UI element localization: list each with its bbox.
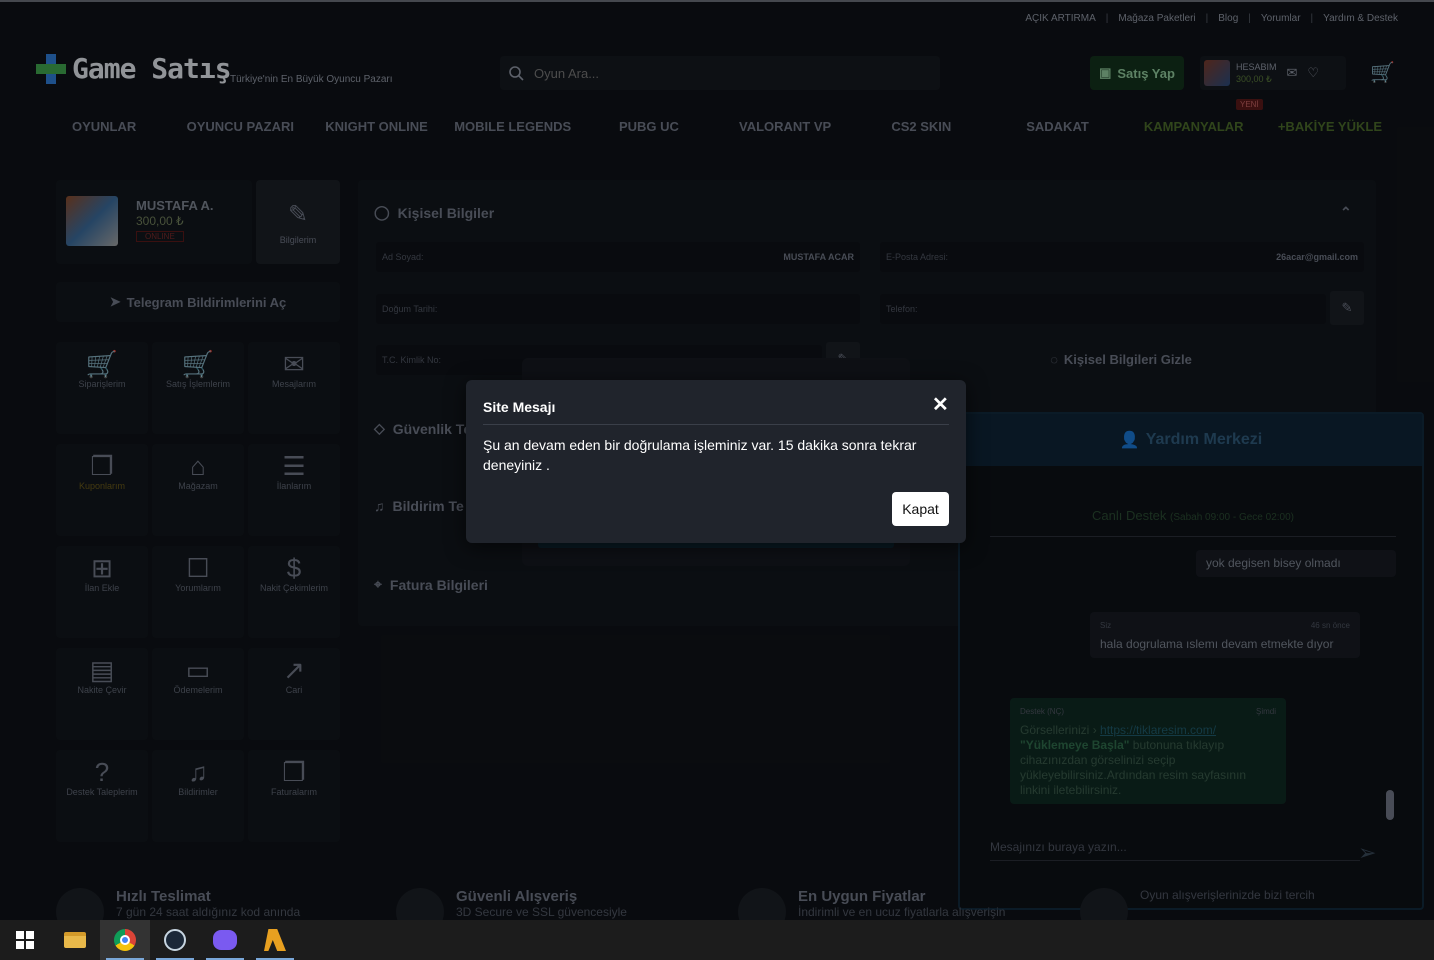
folder-icon	[64, 932, 86, 948]
steam-icon	[164, 929, 186, 951]
windows-icon	[16, 931, 34, 949]
chrome-icon	[114, 929, 136, 951]
start-button[interactable]	[0, 920, 50, 960]
modal-title: Site Mesajı	[483, 399, 556, 415]
taskbar-discord[interactable]	[200, 920, 250, 960]
discord-icon	[213, 930, 237, 950]
close-button[interactable]: Kapat	[892, 492, 949, 526]
browser-page: AÇIK ARTIRMA | Mağaza Paketleri | Blog | Yo…	[0, 0, 1434, 920]
modal-message: Şu an devam eden bir doğrulama işleminiz…	[483, 437, 917, 473]
taskbar-file-explorer[interactable]	[50, 920, 100, 960]
taskbar-counter-strike[interactable]	[250, 920, 300, 960]
site-message-modal: Site Mesajı ✕ Şu an devam eden bir doğru…	[466, 380, 966, 543]
taskbar-chrome[interactable]	[100, 920, 150, 960]
modal-divider	[483, 424, 949, 425]
windows-taskbar	[0, 920, 1434, 960]
counter-strike-icon	[264, 929, 286, 951]
taskbar-steam[interactable]	[150, 920, 200, 960]
close-icon[interactable]: ✕	[932, 395, 949, 415]
